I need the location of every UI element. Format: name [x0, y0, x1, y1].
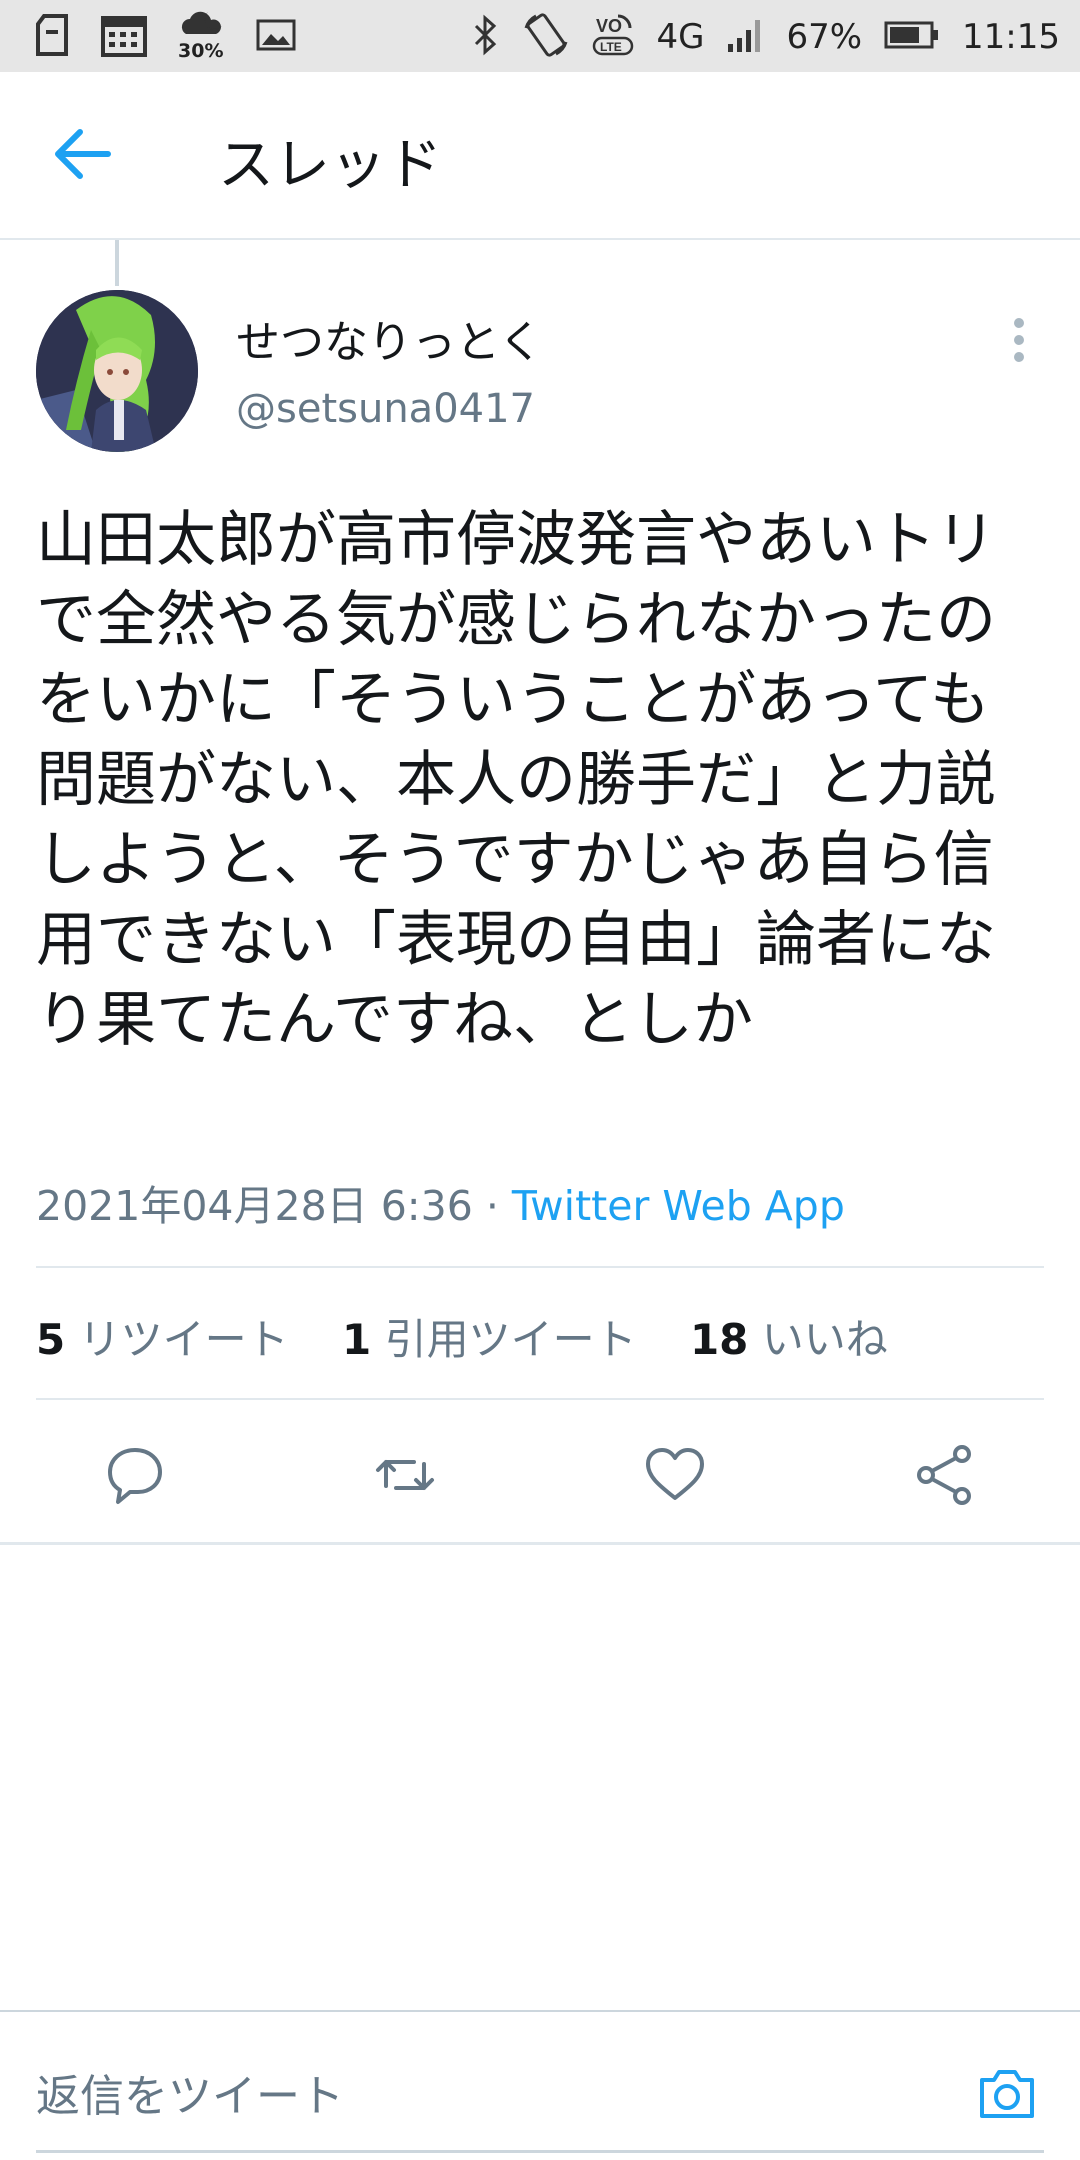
- share-button[interactable]: [910, 1440, 980, 1510]
- more-options-button[interactable]: [1004, 318, 1034, 362]
- weather-percent: 30%: [178, 40, 224, 62]
- retweet-button[interactable]: [370, 1440, 440, 1510]
- clock: 11:15: [962, 17, 1060, 57]
- weather-icon: 30%: [178, 10, 226, 64]
- volte-icon: VO LTE: [592, 12, 634, 62]
- display-name[interactable]: せつなりっとく: [236, 306, 543, 370]
- tweet-source-link[interactable]: Twitter Web App: [512, 1182, 845, 1230]
- retweets-stat[interactable]: 5 リツイート: [36, 1315, 289, 1364]
- svg-text:LTE: LTE: [600, 40, 622, 54]
- likes-stat[interactable]: 18 いいね: [690, 1315, 888, 1364]
- signal-icon: [726, 16, 764, 58]
- battery-percent: 67%: [786, 17, 863, 57]
- svg-text:VO: VO: [596, 16, 622, 36]
- network-type: 4G: [656, 17, 705, 57]
- like-button[interactable]: [640, 1440, 710, 1510]
- retweet-icon: [376, 1460, 434, 1490]
- quotes-label: 引用ツイート: [384, 1315, 637, 1364]
- camera-icon: [980, 2070, 1034, 2118]
- app-header: スレッド: [0, 72, 1080, 240]
- rotate-icon: [522, 12, 570, 62]
- back-button[interactable]: [50, 124, 120, 184]
- reply-input[interactable]: 返信をツイート: [36, 2060, 344, 2124]
- tweet-stats: 5 リツイート 1 引用ツイート 18 いいね: [36, 1306, 928, 1367]
- tweet-actions: [0, 1440, 1080, 1548]
- calendar-icon: [100, 12, 148, 62]
- avatar[interactable]: [36, 290, 198, 452]
- status-bar-right: VO LTE 4G 67% 11:15: [472, 10, 1060, 64]
- status-bar: 30% VO LTE 4G 67% 11:15: [0, 0, 1080, 72]
- thread-connector-line: [115, 240, 119, 286]
- tweet-timestamp: 2021年04月28日 6:36 ·: [36, 1182, 512, 1230]
- back-arrow-icon: [55, 129, 111, 179]
- page-title: スレッド: [218, 133, 442, 198]
- likes-count: 18: [689, 1315, 749, 1364]
- more-dot-icon: [1014, 352, 1024, 362]
- more-dot-icon: [1014, 318, 1024, 328]
- sd-card-icon: [34, 14, 70, 60]
- user-handle[interactable]: @setsuna0417: [236, 386, 535, 432]
- tweet-text: 山田太郎が高市停波発言やあいトリで全然やる気が感じられなかったのをいかに「そうい…: [36, 505, 996, 1055]
- retweets-count: 5: [36, 1315, 66, 1364]
- reply-bar: 返信をツイート: [0, 2010, 1080, 2160]
- reply-icon: [108, 1448, 162, 1504]
- battery-icon: [884, 20, 940, 54]
- tweet-meta: 2021年04月28日 6:36 · Twitter Web App: [36, 1172, 845, 1232]
- section-divider: [0, 1542, 1080, 1545]
- reply-button[interactable]: [100, 1440, 170, 1510]
- quotes-stat[interactable]: 1 引用ツイート: [342, 1315, 637, 1364]
- likes-label: いいね: [761, 1315, 888, 1364]
- heart-icon: [646, 1448, 704, 1500]
- bluetooth-icon: [472, 14, 500, 60]
- reply-input-underline: [36, 2150, 1044, 2153]
- divider: [36, 1266, 1044, 1268]
- share-icon: [917, 1445, 971, 1505]
- status-bar-left: 30%: [34, 10, 296, 64]
- divider: [36, 1398, 1044, 1400]
- avatar-image: [36, 290, 198, 452]
- quotes-count: 1: [341, 1315, 372, 1364]
- retweets-label: リツイート: [78, 1315, 289, 1364]
- image-icon: [256, 19, 296, 55]
- more-dot-icon: [1014, 335, 1024, 345]
- camera-button[interactable]: [976, 2066, 1038, 2122]
